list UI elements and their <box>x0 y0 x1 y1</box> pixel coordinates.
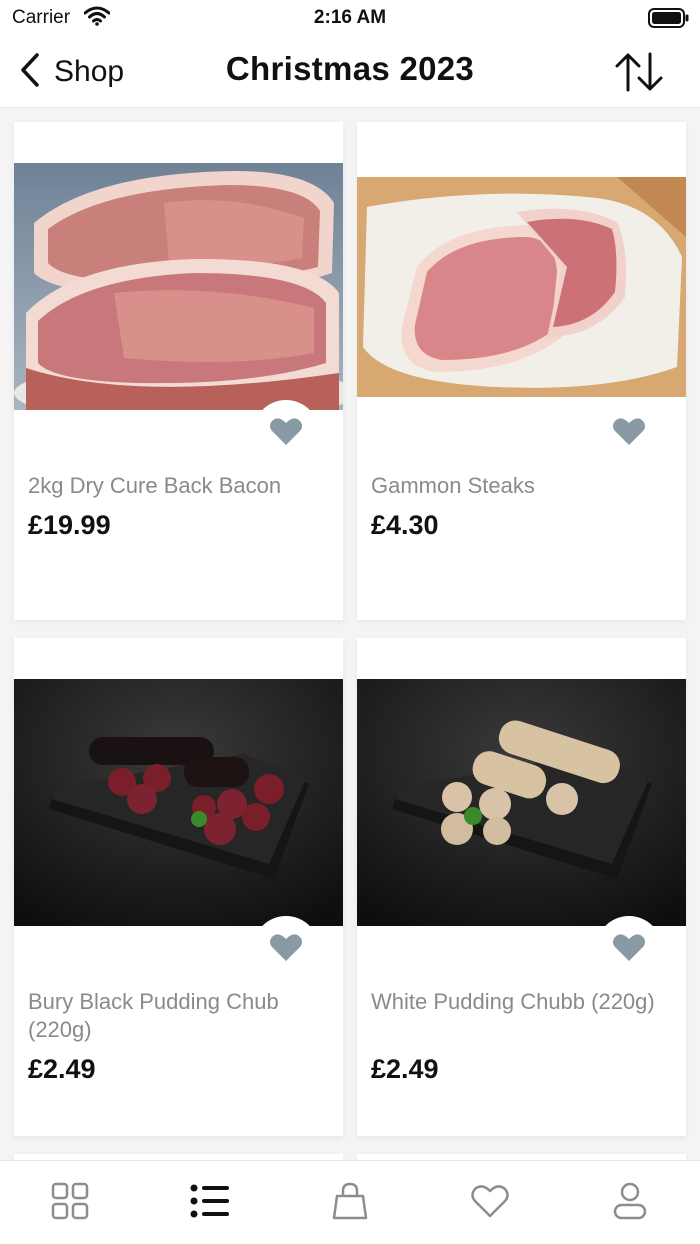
grid-icon <box>51 1182 89 1225</box>
product-price: £19.99 <box>28 510 111 540</box>
tab-account[interactable] <box>608 1181 652 1225</box>
favorite-button[interactable] <box>253 916 319 982</box>
sort-icon <box>614 52 664 98</box>
product-image-white-pudding <box>357 679 686 926</box>
product-card[interactable]: Bury Black Pudding Chub (220g) £2.49 <box>14 638 343 1136</box>
tab-bar <box>0 1160 700 1244</box>
product-grid: 2kg Dry Cure Back Bacon £19.99 Gammon St… <box>0 108 700 1160</box>
heart-icon <box>269 932 303 967</box>
list-icon <box>190 1184 230 1223</box>
product-image-bacon <box>14 163 343 410</box>
heart-icon <box>612 416 646 451</box>
favorite-button[interactable] <box>596 400 662 466</box>
product-card[interactable]: White Pudding Chubb (220g) £2.49 <box>357 638 686 1136</box>
heart-icon <box>470 1184 510 1223</box>
product-name: White Pudding Chubb (220g) <box>371 989 655 1014</box>
profile-icon <box>613 1182 647 1225</box>
nav-bar: Shop Christmas 2023 <box>0 36 700 108</box>
heart-icon <box>612 932 646 967</box>
product-price: £4.30 <box>371 510 439 540</box>
battery-icon <box>648 8 690 33</box>
sort-button[interactable] <box>614 50 664 94</box>
favorite-button[interactable] <box>253 400 319 466</box>
product-name: 2kg Dry Cure Back Bacon <box>28 473 282 498</box>
status-bar: Carrier 2:16 AM <box>0 0 700 36</box>
product-image-gammon <box>357 177 686 397</box>
tab-categories[interactable] <box>48 1181 92 1225</box>
product-price: £2.49 <box>28 1054 96 1084</box>
product-card[interactable]: 2kg Dry Cure Back Bacon £19.99 <box>14 122 343 620</box>
product-price: £2.49 <box>371 1054 439 1084</box>
clock: 2:16 AM <box>313 7 387 28</box>
tab-list[interactable] <box>188 1181 232 1225</box>
heart-icon <box>269 416 303 451</box>
product-name: Bury Black Pudding Chub (220g) <box>28 989 279 1042</box>
bag-icon <box>332 1182 368 1225</box>
favorite-button[interactable] <box>596 916 662 982</box>
tab-basket[interactable] <box>328 1181 372 1225</box>
product-card[interactable]: Gammon Steaks £4.30 <box>357 122 686 620</box>
page-title: Christmas 2023 <box>225 50 475 87</box>
product-image-black-pudding <box>14 679 343 926</box>
tab-favourites[interactable] <box>468 1181 512 1225</box>
product-name: Gammon Steaks <box>371 473 535 498</box>
